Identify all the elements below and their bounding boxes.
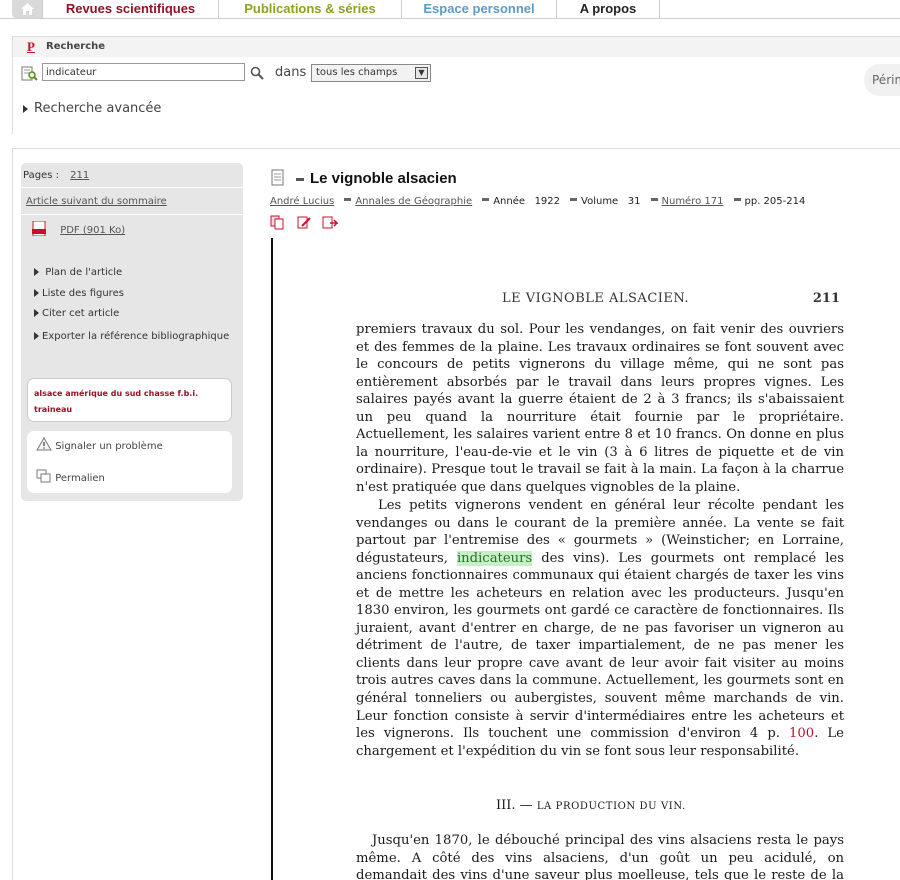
tab-publications[interactable]: Publications & séries [219, 0, 402, 19]
article-title-text: Le vignoble alsacien [310, 170, 457, 187]
menu-export-label: Exporter la référence bibliographique [42, 331, 230, 342]
search-input[interactable] [42, 63, 245, 81]
permalink-link[interactable]: Permalien [36, 469, 105, 484]
top-nav: Revues scientifiques Publications & séri… [0, 0, 900, 19]
pages-range: pp. 205-214 [744, 196, 806, 207]
permalink-label: Permalien [55, 473, 105, 484]
advanced-search-label: Recherche avancée [34, 101, 162, 116]
paragraph-1: premiers travaux du sol. Pour les vendan… [356, 322, 844, 495]
triangle-right-icon [23, 104, 28, 113]
year-label: Année [493, 196, 526, 207]
search-panel: P Recherche dans tous les champs ▼ Périm… [12, 36, 900, 134]
menu-cite-label: Citer cet article [42, 308, 120, 319]
menu-figures[interactable]: Liste des figures [34, 288, 256, 299]
menu-export[interactable]: Exporter la référence bibliographique [21, 329, 243, 345]
article-meta: André Lucius Annales de Géographie Année 1… [270, 196, 805, 207]
sidebar-divider [21, 187, 243, 188]
search-highlight: indicateurs [456, 550, 533, 566]
menu-plan[interactable]: Plan de l'article [34, 267, 256, 278]
menu-figures-label: Liste des figures [42, 288, 124, 299]
document-search-icon [21, 66, 38, 81]
pages-value-link[interactable]: 211 [70, 170, 89, 181]
tab-espace-personnel[interactable]: Espace personnel [402, 0, 557, 19]
tab-a-propos[interactable]: A propos [557, 0, 660, 19]
section-number: III. — [496, 798, 533, 813]
copy-icon[interactable] [270, 215, 286, 230]
bullet-icon [650, 198, 658, 201]
paragraph-3: Jusqu'en 1870, le débouché principal des… [356, 833, 844, 880]
home-button[interactable] [12, 0, 42, 18]
menu-plan-label: Plan de l'article [45, 267, 123, 278]
report-problem-link[interactable]: Signaler un problème [36, 437, 163, 452]
export-icon[interactable] [322, 215, 339, 230]
bullet-icon [296, 177, 304, 181]
bullet-icon [570, 198, 578, 201]
actions-box: Signaler un problème Permalien [27, 431, 232, 493]
advanced-search-link[interactable]: Recherche avancée [23, 101, 161, 116]
article-icon [271, 169, 284, 186]
running-title: LE VIGNOBLE ALSACIEN. [502, 291, 690, 306]
volume-value: 31 [627, 196, 641, 207]
scope-select-value: tous les champs [316, 67, 398, 78]
persee-logo-icon: P [27, 39, 35, 54]
scope-select[interactable]: tous les champs ▼ [311, 64, 431, 82]
tab-revues[interactable]: Revues scientifiques [42, 0, 219, 19]
section-title: La production du vin. [536, 801, 686, 812]
scope-label: dans [275, 65, 307, 80]
issue-link[interactable]: Numéro 171 [662, 196, 724, 207]
home-icon [20, 3, 34, 15]
volume-label: Volume [581, 196, 619, 207]
pages-label: Pages : [23, 170, 59, 181]
article-toolbar [270, 215, 339, 234]
page-divider [271, 238, 273, 880]
chevron-down-icon: ▼ [415, 67, 428, 79]
triangle-right-icon [34, 268, 39, 276]
warning-icon [36, 437, 52, 451]
search-icon[interactable] [250, 66, 264, 80]
pages-info: Pages : 211 [23, 170, 245, 181]
bullet-icon [482, 198, 490, 201]
edit-icon[interactable] [296, 215, 312, 230]
bullet-icon [344, 198, 352, 201]
sidebar-divider [21, 214, 243, 215]
section-heading: III. — La production du vin. [496, 798, 686, 813]
author-link[interactable]: André Lucius [270, 196, 334, 207]
search-header-label: Recherche [46, 41, 106, 52]
triangle-right-icon [34, 332, 39, 340]
pdf-label: PDF (901 Ko) [60, 225, 126, 236]
menu-cite[interactable]: Citer cet article [34, 308, 256, 319]
search-header: P Recherche [13, 37, 900, 57]
year-value: 1922 [534, 196, 561, 207]
report-problem-label: Signaler un problème [55, 441, 163, 452]
article-title: Le vignoble alsacien [296, 170, 457, 187]
paragraph-2-text-b: des vins). Les gourmets ont remplacé les… [356, 550, 844, 742]
pdf-icon [32, 220, 46, 237]
pdf-link[interactable]: PDF (901 Ko) [32, 220, 254, 237]
next-article-link[interactable]: Article suivant du sommaire [26, 196, 248, 207]
journal-link[interactable]: Annales de Géographie [355, 196, 472, 207]
highlighted-number: 100 [789, 726, 815, 742]
paragraph-2: Les petits vignerons vendent en général … [356, 497, 844, 760]
next-article-label: Article suivant du sommaire [26, 196, 167, 207]
perimeter-button[interactable]: Périm [864, 64, 900, 96]
triangle-right-icon [34, 289, 39, 297]
triangle-right-icon [34, 309, 39, 317]
bullet-icon [733, 198, 741, 201]
page-number: 211 [812, 291, 840, 306]
tags-box[interactable]: alsace amérique du sud chasse f.b.i. tra… [27, 378, 232, 422]
permalink-icon [36, 469, 51, 483]
